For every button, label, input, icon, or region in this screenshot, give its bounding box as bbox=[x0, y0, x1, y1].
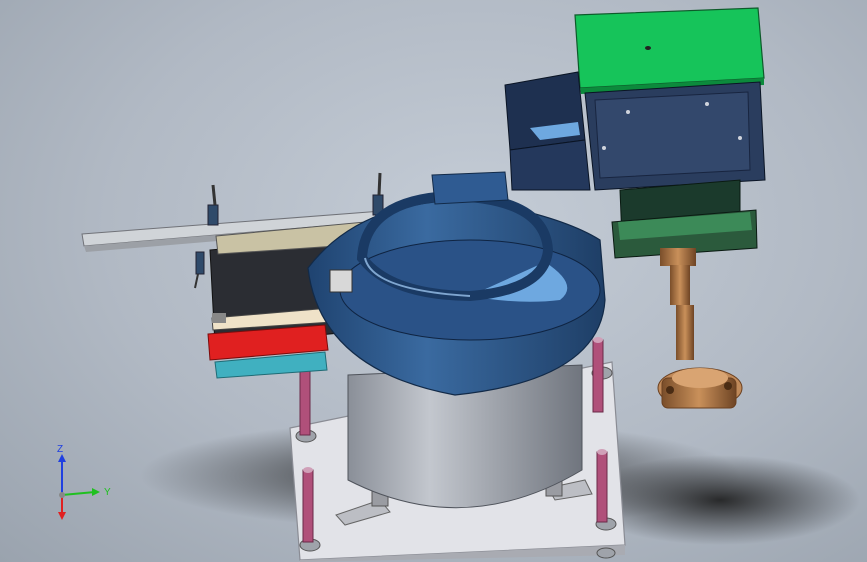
y-axis-label: Y bbox=[104, 487, 111, 498]
green-top-plate bbox=[574, 7, 765, 89]
vibratory-bowl-feeder-model bbox=[81, 7, 860, 562]
y-axis-line bbox=[61, 491, 96, 496]
z-axis-label: Z bbox=[57, 444, 63, 455]
triad-origin bbox=[59, 492, 65, 498]
cad-viewport[interactable]: Z Y X bbox=[0, 0, 867, 562]
feeder-bowl bbox=[307, 171, 606, 396]
x-axis-arrow-icon bbox=[58, 512, 66, 520]
lead-screw bbox=[657, 248, 743, 409]
sensor-right bbox=[372, 172, 384, 216]
y-axis-arrow-icon bbox=[92, 488, 100, 496]
z-axis-arrow-icon bbox=[58, 454, 66, 462]
coordinate-triad: Z Y X bbox=[57, 444, 111, 520]
